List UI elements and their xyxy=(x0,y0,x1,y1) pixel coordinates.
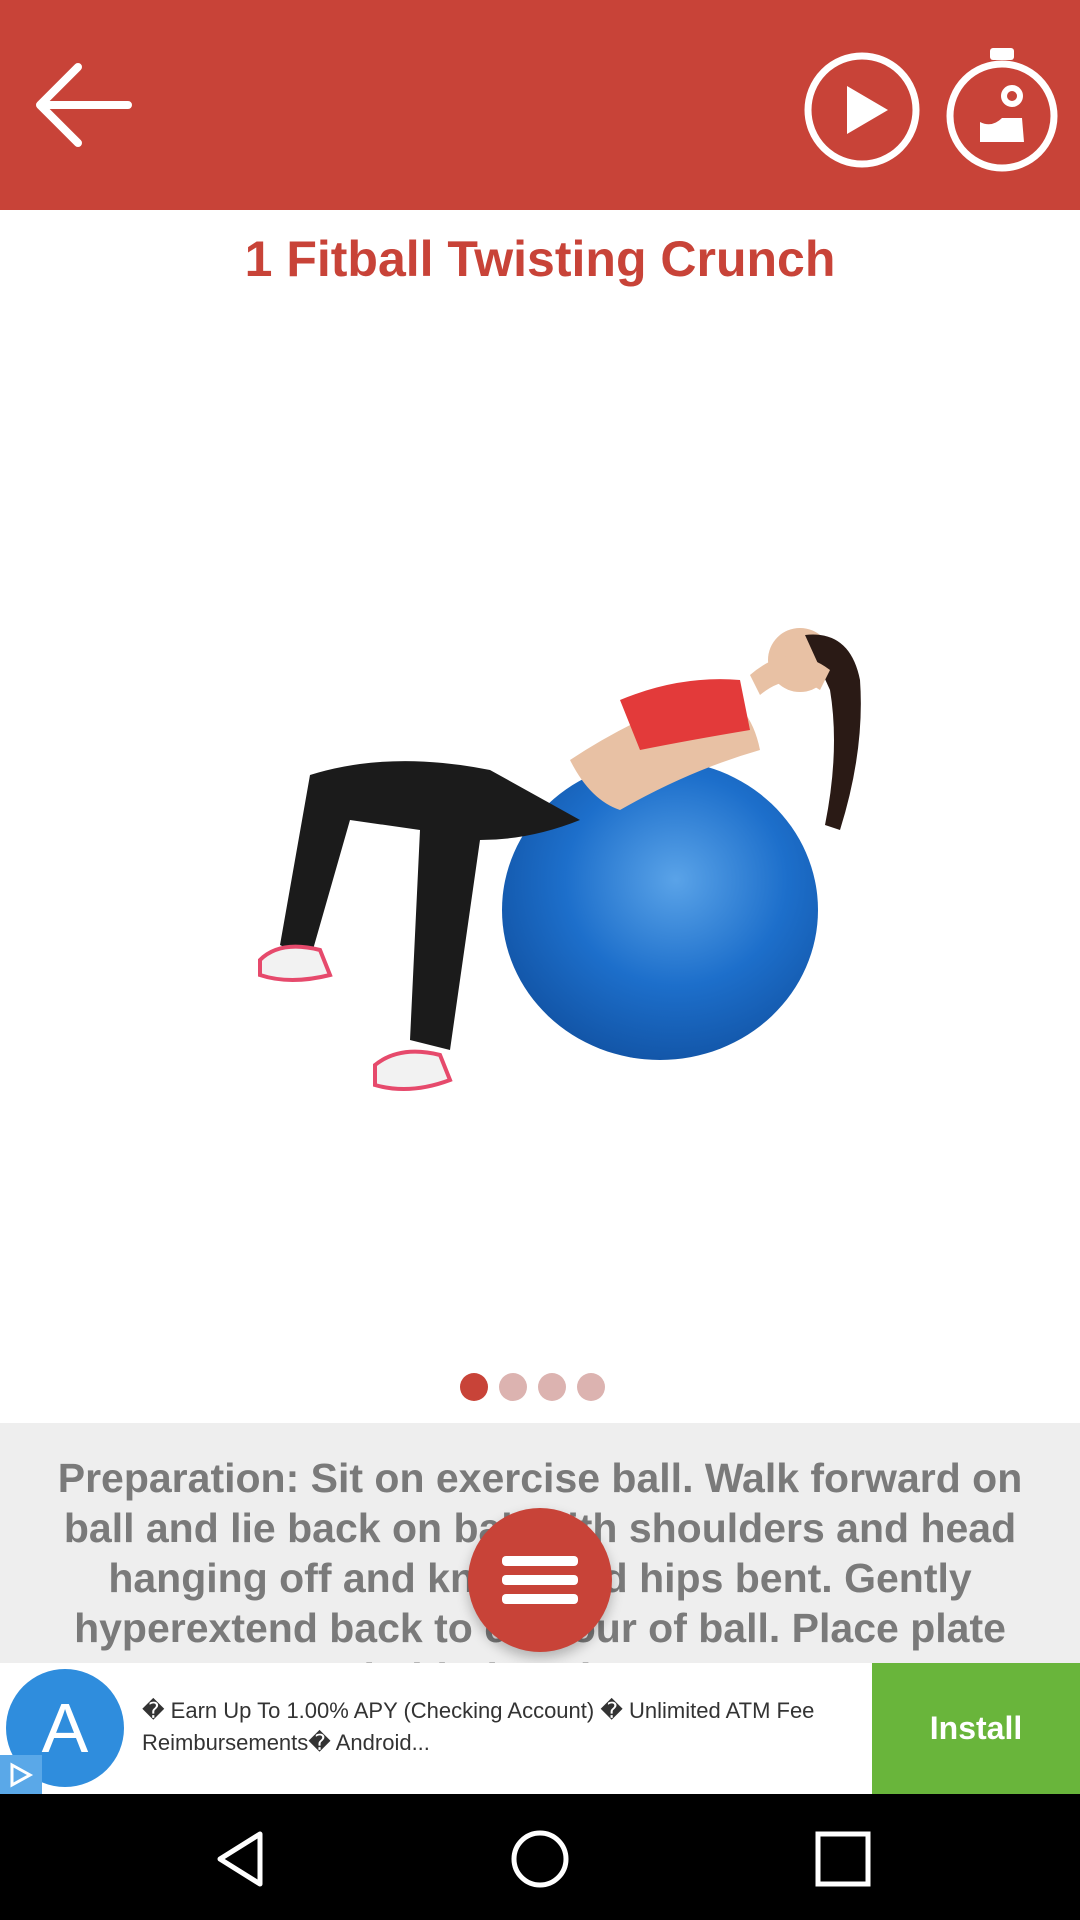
carousel-dot-3[interactable] xyxy=(538,1373,566,1401)
play-icon[interactable] xyxy=(800,48,924,172)
top-app-bar xyxy=(0,0,1080,210)
carousel-dot-1[interactable] xyxy=(460,1373,488,1401)
exercise-illustration xyxy=(258,628,861,1091)
install-button[interactable]: Install xyxy=(872,1663,1080,1794)
nav-back-icon[interactable] xyxy=(205,1824,275,1894)
menu-button[interactable] xyxy=(468,1508,612,1652)
arrow-left-icon[interactable] xyxy=(20,50,140,160)
ad-banner[interactable]: A � Earn Up To 1.00% APY (Checking Accou… xyxy=(0,1663,1080,1794)
carousel-dot-2[interactable] xyxy=(499,1373,527,1401)
ad-text: � Earn Up To 1.00% APY (Checking Account… xyxy=(142,1698,815,1755)
timer-muscle-icon[interactable] xyxy=(940,44,1064,174)
nav-recents-icon[interactable] xyxy=(808,1824,878,1894)
nav-home-icon[interactable] xyxy=(505,1824,575,1894)
system-nav-bar xyxy=(0,1794,1080,1920)
ad-choices-icon[interactable] xyxy=(0,1755,42,1794)
carousel-dot-4[interactable] xyxy=(577,1373,605,1401)
exercise-title: 1 Fitball Twisting Crunch xyxy=(244,231,836,287)
